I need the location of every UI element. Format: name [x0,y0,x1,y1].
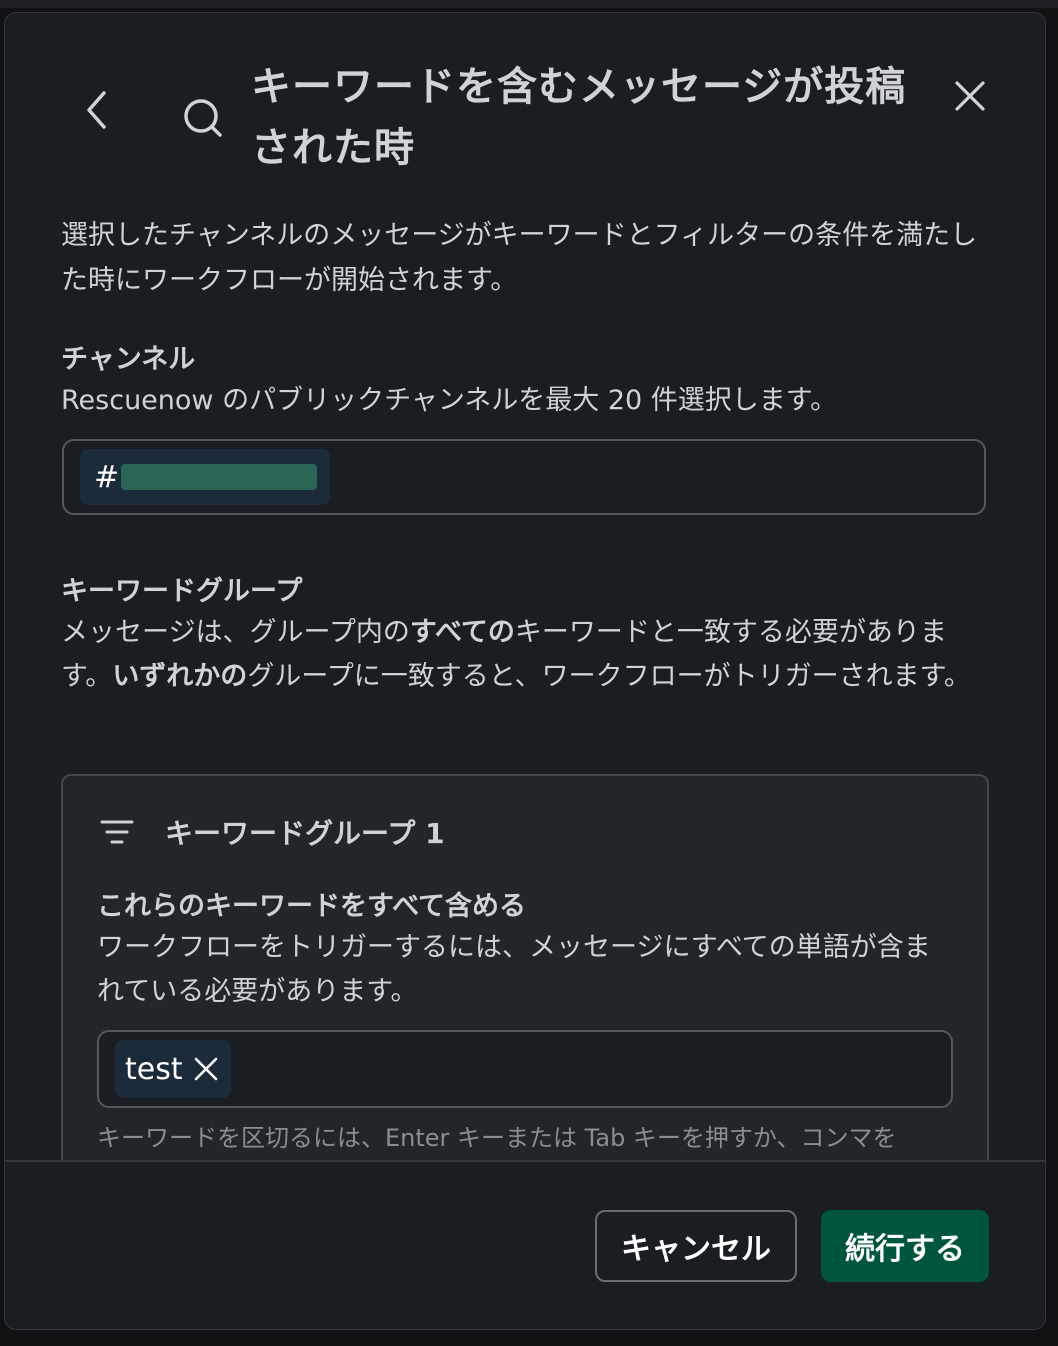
remove-keyword-button[interactable] [193,1056,219,1082]
backdrop-top [0,0,1058,8]
trigger-modal: キーワードを含むメッセージが投稿された時 選択したチャンネルのメッセージがキーワ… [4,12,1046,1330]
channel-hash: # [94,459,120,495]
keyword-group-help: メッセージは、グループ内のすべてのキーワードと一致する必要があります。いずれかの… [61,611,996,699]
keyword-group-card: キーワードグループ 1 これらのキーワードをすべて含める ワークフローをトリガー… [61,774,989,1194]
remove-x-icon [194,1057,217,1081]
cancel-button[interactable]: キャンセル [595,1210,797,1282]
channel-label: チャンネル [61,344,196,375]
include-keywords-label: これらのキーワードをすべて含める [97,891,527,922]
continue-button[interactable]: 続行する [821,1210,989,1282]
close-icon [955,81,985,111]
filter-lines-icon [100,820,134,844]
chevron-left-icon [87,91,106,129]
redacted-channel-name [121,464,318,490]
search-icon [184,99,222,137]
keyword-chip-label: test [125,1051,183,1087]
selected-channel-chip[interactable]: # [80,449,330,505]
modal-title: キーワードを含むメッセージが投稿された時 [251,64,907,171]
help-text-1: メッセージは、グループ内の [61,617,410,648]
keyword-group-label: キーワードグループ [61,576,303,607]
keyword-hint: キーワードを区切るには、Enter キーまたは Tab キーを押すか、コンマを [97,1124,897,1152]
keyword-group-header: キーワードグループ 1 [99,812,445,852]
modal-description: 選択したチャンネルのメッセージがキーワードとフィルターの条件を満たした時にワーク… [61,220,978,296]
include-keywords-help: ワークフローをトリガーするには、メッセージにすべての単語が含まれている必要があり… [97,932,931,1007]
keyword-chip: test [115,1040,231,1098]
help-text-3: グループに一致すると、ワークフローがトリガーされます。 [247,661,971,692]
modal-footer: キャンセル 続行する [5,1160,1045,1329]
search-icon-wrapper [173,88,233,148]
close-button[interactable] [945,71,995,121]
keyword-input[interactable]: test [97,1030,953,1108]
keyword-group-title: キーワードグループ 1 [165,817,445,850]
help-bold-all: すべての [409,617,515,648]
channel-select-input[interactable]: # [62,439,986,515]
channel-help: Rescuenow のパブリックチャンネルを最大 20 件選択します。 [61,385,838,416]
back-button[interactable] [75,88,119,132]
help-bold-any: いずれかの [112,661,248,692]
